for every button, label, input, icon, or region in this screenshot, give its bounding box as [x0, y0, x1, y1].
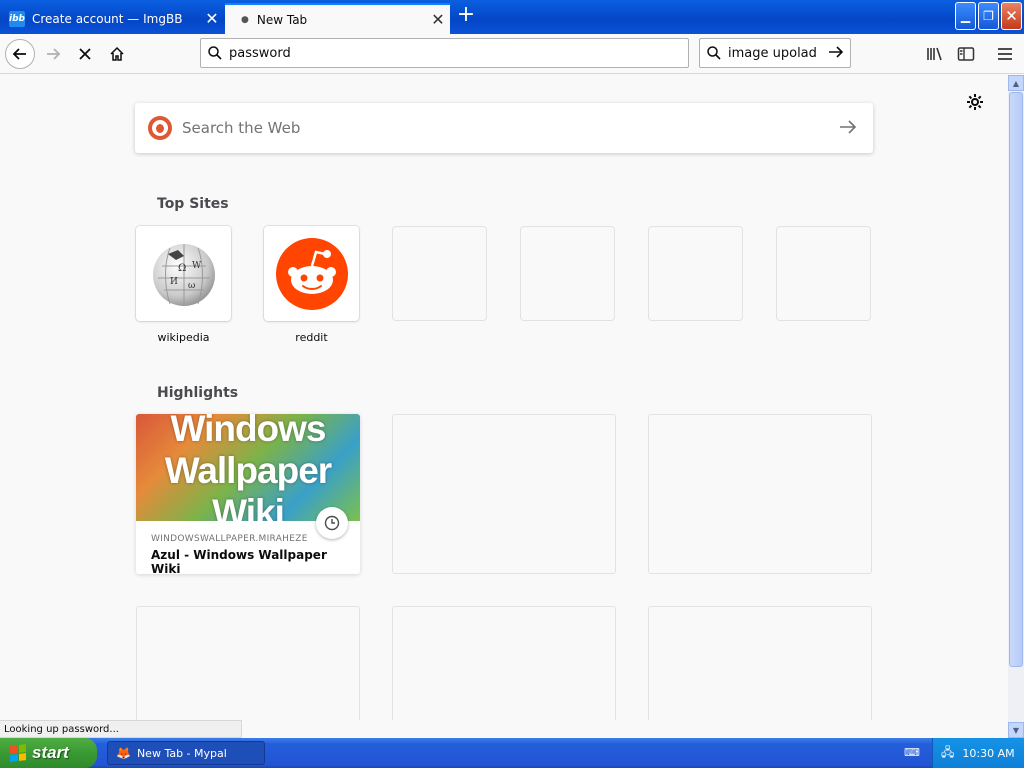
scroll-up-arrow-icon[interactable]: ▲: [1008, 75, 1024, 91]
clock-icon: [316, 507, 348, 539]
top-site-wikipedia[interactable]: Ω W И ω: [136, 226, 231, 321]
loading-icon: ●: [241, 14, 249, 25]
library-icon[interactable]: [920, 39, 950, 69]
top-sites-title: Top Sites: [157, 196, 229, 212]
thumbnail-text: Windows: [170, 414, 326, 449]
start-label: start: [32, 743, 69, 762]
home-icon: [110, 46, 124, 61]
top-site-empty[interactable]: [520, 226, 615, 321]
arrow-right-icon: [47, 48, 61, 60]
clock: 10:30 AM: [962, 746, 1015, 760]
system-tray: 🖧 10:30 AM: [932, 738, 1024, 768]
web-search-input[interactable]: Search the Web: [182, 119, 839, 137]
scroll-thumb[interactable]: [1009, 92, 1023, 667]
svg-text:W: W: [192, 261, 202, 271]
wikipedia-globe-icon: Ω W И ω: [152, 243, 215, 306]
gear-icon[interactable]: [966, 93, 984, 116]
minimize-button[interactable]: ▁: [955, 2, 976, 30]
windows-logo-icon: [10, 744, 26, 762]
new-tab-page: Search the Web Top Sites Ω W И ω wikiped…: [0, 75, 1008, 720]
svg-text:Ω: Ω: [178, 263, 186, 274]
status-text: Looking up password...: [0, 720, 242, 738]
tab-new-tab[interactable]: ● New Tab ✕: [225, 3, 450, 34]
sidebar-icon[interactable]: [951, 39, 981, 69]
highlight-empty: [136, 606, 360, 720]
top-site-empty[interactable]: [776, 226, 871, 321]
duckduckgo-logo-icon: [148, 116, 172, 140]
imgbb-favicon-icon: ibb: [9, 10, 25, 27]
start-button[interactable]: start: [0, 738, 97, 768]
top-site-empty[interactable]: [392, 226, 487, 321]
close-tab-icon[interactable]: ✕: [200, 9, 224, 28]
search-submit-arrow-icon[interactable]: [839, 116, 857, 140]
search-bar-text: image upolad: [728, 45, 817, 61]
highlight-empty: [392, 606, 616, 720]
tab-label: Create account — ImgBB: [32, 11, 183, 26]
top-site-empty[interactable]: [648, 226, 743, 321]
stop-button[interactable]: [70, 39, 100, 69]
highlight-empty: [648, 606, 872, 720]
svg-text:ω: ω: [188, 281, 195, 291]
keyboard-icon[interactable]: ⌨: [904, 746, 920, 759]
thumbnail-text: Wallpaper: [164, 450, 332, 491]
new-tab-button[interactable]: +: [454, 4, 478, 28]
reddit-alien-icon: [275, 237, 348, 310]
highlight-card[interactable]: Windows Wallpaper Wiki WINDOWSWALLPAPER.…: [136, 414, 360, 574]
search-icon: [201, 46, 229, 60]
top-site-label: reddit: [295, 331, 328, 344]
top-site-label: wikipedia: [157, 331, 210, 344]
restore-button[interactable]: ❐: [978, 2, 999, 30]
forward-button[interactable]: [38, 39, 68, 69]
close-window-button[interactable]: ✕: [1001, 2, 1022, 30]
top-site-reddit[interactable]: [264, 226, 359, 321]
tab-imgbb[interactable]: ibb Create account — ImgBB ✕: [2, 3, 224, 34]
scroll-down-arrow-icon[interactable]: ▼: [1008, 722, 1024, 738]
taskbar-item-browser[interactable]: 🦊 New Tab - Mypal: [107, 741, 265, 765]
highlight-host: WINDOWSWALLPAPER.MIRAHEZE: [151, 534, 308, 544]
taskbar: start 🦊 New Tab - Mypal ⌨ 🖧 10:30 AM: [0, 738, 1024, 768]
url-text: password: [229, 45, 291, 61]
highlight-empty: [392, 414, 616, 574]
task-label: New Tab - Mypal: [136, 746, 227, 760]
highlight-title: Azul - Windows Wallpaper Wiki: [151, 548, 327, 574]
window-controls: ▁ ❐ ✕: [955, 2, 1022, 30]
svg-text:И: И: [170, 277, 178, 287]
arrow-left-icon: [12, 48, 26, 60]
hamburger-menu-icon[interactable]: [990, 39, 1020, 69]
url-bar[interactable]: password: [200, 38, 689, 68]
tab-label: New Tab: [256, 12, 308, 27]
stop-x-icon: [79, 48, 91, 60]
search-bar[interactable]: image upolad: [699, 38, 851, 68]
web-search-box[interactable]: Search the Web: [135, 103, 873, 153]
nav-toolbar: password image upolad: [0, 34, 1024, 74]
back-button[interactable]: [5, 39, 35, 69]
highlight-empty: [648, 414, 872, 574]
title-bar: ibb Create account — ImgBB ✕ ● New Tab ✕…: [0, 0, 1024, 34]
close-tab-icon[interactable]: ✕: [426, 10, 450, 29]
home-button[interactable]: [102, 39, 132, 69]
mypal-app-icon: 🦊: [116, 746, 131, 760]
highlights-title: Highlights: [157, 385, 239, 401]
highlight-thumbnail: Windows Wallpaper Wiki: [136, 414, 360, 521]
network-icon[interactable]: 🖧: [941, 743, 954, 764]
search-go-arrow-icon[interactable]: [828, 44, 844, 63]
search-icon: [700, 46, 728, 60]
vertical-scrollbar[interactable]: ▲ ▼: [1008, 75, 1024, 738]
